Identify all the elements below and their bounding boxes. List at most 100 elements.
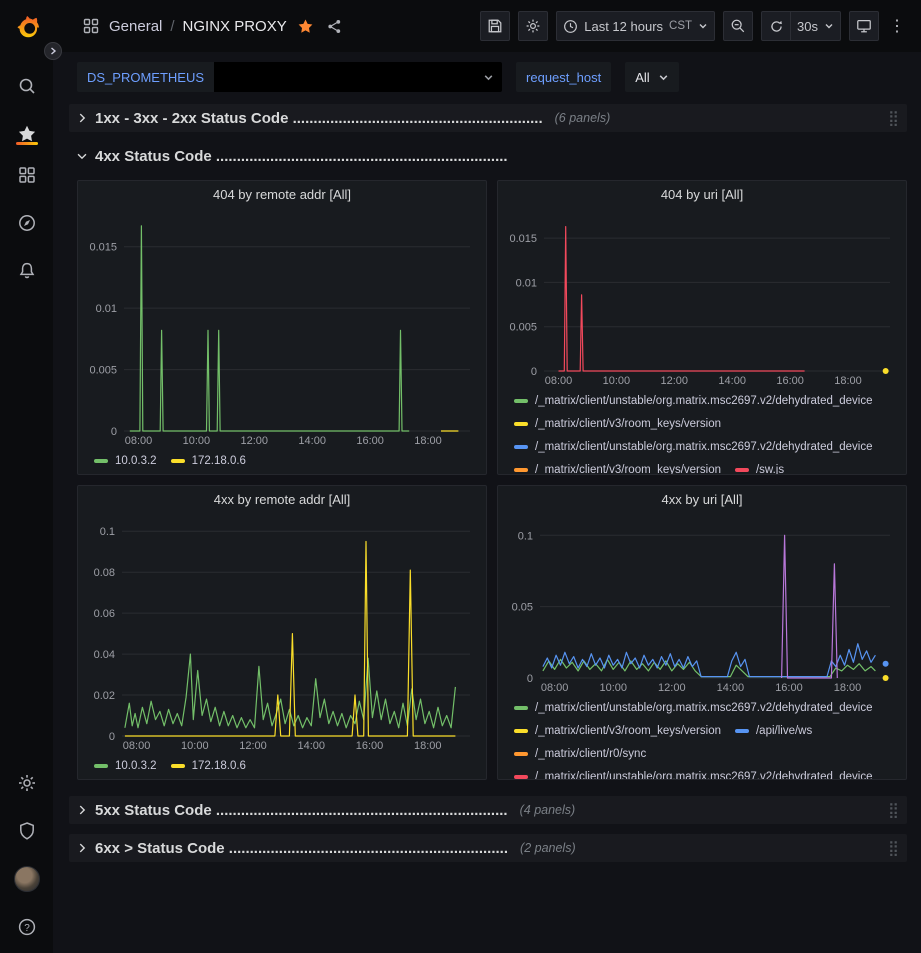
svg-text:18:00: 18:00 [414, 740, 442, 752]
svg-text:14:00: 14:00 [717, 682, 745, 694]
monitor-icon [856, 18, 872, 34]
row-1xx-3xx-2xx-status-code[interactable]: 1xx - 3xx - 2xx Status Code ............… [69, 104, 907, 132]
svg-text:0.005: 0.005 [509, 322, 537, 334]
dashboard-settings-button[interactable] [518, 11, 548, 41]
svg-text:08:00: 08:00 [123, 740, 151, 752]
svg-text:08:00: 08:00 [125, 435, 153, 447]
row-title: 1xx - 3xx - 2xx Status Code ............… [95, 110, 543, 127]
svg-text:0.1: 0.1 [100, 526, 115, 538]
svg-text:10:00: 10:00 [183, 435, 211, 447]
svg-text:18:00: 18:00 [414, 435, 442, 447]
chart-legend: 10.0.3.2 172.18.0.6 [84, 752, 480, 775]
search-icon [17, 76, 37, 96]
row-drag-handle[interactable]: ⣿ [888, 841, 899, 856]
legend-item[interactable]: /_matrix/client/v3/room_keys/version [514, 721, 721, 740]
panel-body: 00.0050.010.01508:0010:0012:0014:0016:00… [78, 209, 486, 474]
row-drag-handle[interactable]: ⣿ [888, 111, 899, 126]
legend-item[interactable]: /api/live/ws [735, 721, 812, 740]
timeseries-chart-4xx-by-uri[interactable]: 00.050.108:0010:0012:0014:0016:0018:00 [504, 514, 900, 694]
timeseries-chart-4xx-by-remote-addr[interactable]: 00.020.040.060.080.108:0010:0012:0014:00… [84, 514, 480, 752]
sidebar-item-profile[interactable] [9, 861, 45, 897]
share-button[interactable] [324, 18, 345, 35]
legend-item[interactable]: 10.0.3.2 [94, 756, 157, 775]
svg-text:08:00: 08:00 [541, 682, 569, 694]
kiosk-mode-button[interactable] [849, 11, 879, 41]
panel-title[interactable]: 4xx by uri [All] [498, 486, 906, 514]
panel-title[interactable]: 404 by remote addr [All] [78, 181, 486, 209]
legend-item[interactable]: /_matrix/client/unstable/org.matrix.msc2… [514, 767, 873, 780]
legend-item[interactable]: /_matrix/client/unstable/org.matrix.msc2… [514, 437, 873, 456]
sidebar-expand-toggle[interactable] [44, 42, 62, 60]
timeseries-chart-404-by-uri[interactable]: 00.0050.010.01508:0010:0012:0014:0016:00… [504, 209, 900, 387]
legend-item[interactable]: /_matrix/client/unstable/org.matrix.msc2… [514, 391, 873, 410]
row-6xx-status-code[interactable]: 6xx > Status Code ......................… [69, 834, 907, 862]
sidebar-item-explore[interactable] [9, 205, 45, 241]
legend-item[interactable]: /_matrix/client/v3/room_keys/version [514, 460, 721, 475]
grafana-logo[interactable] [9, 10, 45, 46]
legend-series-swatch [735, 468, 749, 472]
kebab-menu-button[interactable]: ⋮ [887, 16, 907, 36]
row-4xx-status-code[interactable]: 4xx Status Code ........................… [69, 142, 907, 170]
svg-text:?: ? [24, 923, 30, 934]
favorite-star-button[interactable] [295, 18, 316, 35]
sidebar-item-configuration[interactable] [9, 765, 45, 801]
legend-series-swatch [735, 729, 749, 733]
user-avatar [14, 866, 40, 892]
datasource-select[interactable] [214, 62, 502, 92]
legend-series-label: /_matrix/client/unstable/org.matrix.msc2… [535, 702, 873, 714]
svg-text:0: 0 [111, 426, 117, 438]
sidebar-item-search[interactable] [9, 68, 45, 104]
legend-item[interactable]: 10.0.3.2 [94, 451, 157, 470]
legend-series-swatch [171, 459, 185, 463]
svg-text:12:00: 12:00 [239, 740, 267, 752]
legend-item[interactable]: 172.18.0.6 [171, 451, 246, 470]
share-icon [326, 18, 343, 35]
request-host-select[interactable]: All [625, 62, 678, 92]
row-5xx-status-code[interactable]: 5xx Status Code ........................… [69, 796, 907, 824]
svg-text:0.08: 0.08 [94, 567, 115, 579]
panel-body: 00.0050.010.01508:0010:0012:0014:0016:00… [498, 209, 906, 474]
legend-item[interactable]: /_matrix/client/v3/room_keys/version [514, 414, 721, 433]
chevron-right-icon [49, 47, 57, 55]
chart-legend: /_matrix/client/unstable/org.matrix.msc2… [504, 694, 900, 780]
breadcrumb-general[interactable]: General [109, 18, 162, 35]
row-title: 4xx Status Code ........................… [95, 148, 508, 165]
timeseries-chart-404-by-remote-addr[interactable]: 00.0050.010.01508:0010:0012:0014:0016:00… [84, 209, 480, 447]
legend-series-swatch [514, 399, 528, 403]
panel-title[interactable]: 404 by uri [All] [498, 181, 906, 209]
panel-title[interactable]: 4xx by remote addr [All] [78, 486, 486, 514]
row-drag-handle[interactable]: ⣿ [888, 803, 899, 818]
legend-item[interactable]: /_matrix/client/unstable/org.matrix.msc2… [514, 698, 873, 717]
legend-item[interactable]: /_matrix/client/r0/sync [514, 744, 646, 763]
sidebar-item-starred[interactable] [9, 116, 45, 152]
svg-text:14:00: 14:00 [718, 375, 746, 387]
svg-text:16:00: 16:00 [776, 375, 804, 387]
chevron-right-icon [75, 841, 89, 855]
svg-text:0.01: 0.01 [516, 277, 537, 289]
legend-series-label: /_matrix/client/v3/room_keys/version [535, 725, 721, 737]
svg-text:0: 0 [527, 673, 533, 685]
svg-text:18:00: 18:00 [834, 682, 862, 694]
legend-item[interactable]: 172.18.0.6 [171, 756, 246, 775]
legend-item[interactable]: /sw.js [735, 460, 784, 475]
chevron-right-icon [75, 111, 89, 125]
save-dashboard-button[interactable] [480, 11, 510, 41]
svg-text:18:00: 18:00 [834, 375, 862, 387]
request-host-variable-label[interactable]: request_host [516, 62, 611, 92]
refresh-button[interactable] [761, 11, 791, 41]
legend-series-swatch [514, 775, 528, 779]
sidebar-item-dashboards[interactable] [9, 157, 45, 193]
legend-series-label: /_matrix/client/r0/sync [535, 748, 646, 760]
svg-text:0.05: 0.05 [512, 602, 533, 614]
legend-series-swatch [94, 764, 108, 768]
refresh-interval-dropdown[interactable]: 30s [791, 11, 841, 41]
sidebar-item-alerting[interactable] [9, 253, 45, 289]
time-range-picker[interactable]: Last 12 hours CST [556, 11, 715, 41]
main-area: General / NGINX PROXY [53, 0, 921, 953]
sidebar-item-help[interactable]: ? [9, 909, 45, 945]
svg-text:0: 0 [531, 366, 537, 378]
panel-4xx-by-remote-addr: 4xx by remote addr [All] 00.020.040.060.… [77, 485, 487, 780]
zoom-out-time-button[interactable] [723, 11, 753, 41]
svg-text:0: 0 [109, 731, 115, 743]
sidebar-item-server-admin[interactable] [9, 813, 45, 849]
